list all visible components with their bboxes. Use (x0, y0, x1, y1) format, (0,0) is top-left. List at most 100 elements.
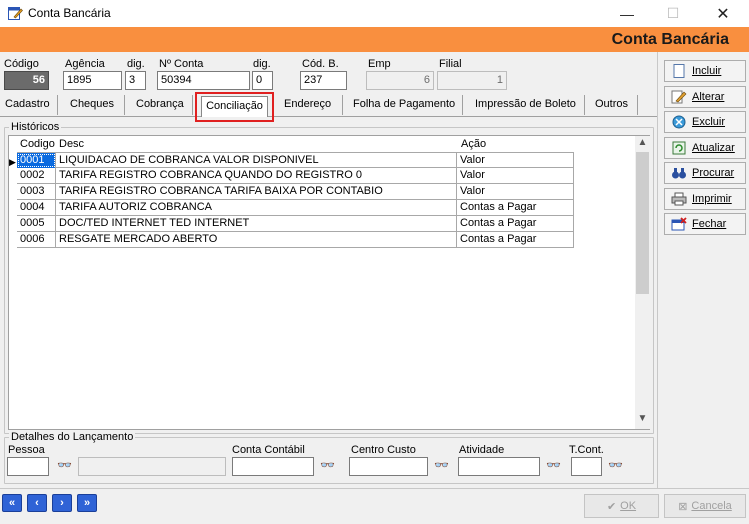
tab-folha-pagamento[interactable]: Folha de Pagamento (353, 95, 455, 116)
historicos-grid[interactable]: Codigo Desc Ação ▶ 0001 LIQUIDACAO DE CO… (8, 135, 650, 430)
incluir-button[interactable]: Incluir (664, 60, 746, 82)
imprimir-button[interactable]: Imprimir (664, 188, 746, 210)
scroll-down-icon[interactable]: ▼ (635, 413, 650, 428)
column-header-acao[interactable]: Ação (461, 138, 486, 150)
conta-field[interactable]: 50394 (157, 71, 250, 90)
ok-label: OK (620, 500, 637, 512)
agencia-field[interactable]: 1895 (63, 71, 122, 90)
tab-endereco[interactable]: Endereço (284, 95, 331, 116)
atualizar-button[interactable]: Atualizar (664, 137, 746, 159)
table-row[interactable]: 0005 DOC/TED INTERNET TED INTERNET Conta… (17, 216, 574, 232)
printer-icon (671, 192, 687, 206)
alterar-button[interactable]: Alterar (664, 86, 746, 108)
cell-desc[interactable]: TARIFA REGISTRO COBRANCA QUANDO DO REGIS… (56, 168, 457, 183)
tab-separator (342, 95, 343, 115)
cell-codigo[interactable]: 0003 (17, 184, 56, 199)
codigo-field[interactable]: 56 (4, 71, 49, 90)
table-row[interactable]: 0002 TARIFA REGISTRO COBRANCA QUANDO DO … (17, 168, 574, 184)
tab-outros[interactable]: Outros (595, 95, 628, 116)
table-row[interactable]: 0001 LIQUIDACAO DE COBRANCA VALOR DISPON… (17, 152, 574, 168)
cell-desc[interactable]: DOC/TED INTERNET TED INTERNET (56, 216, 457, 231)
detalhes-label: Detalhes do Lançamento (9, 431, 136, 443)
table-row[interactable]: 0004 TARIFA AUTORIZ COBRANCA Contas a Pa… (17, 200, 574, 216)
cell-acao[interactable]: Valor (457, 168, 574, 183)
refresh-icon (672, 141, 686, 155)
cell-codigo[interactable]: 0004 (17, 200, 56, 215)
active-tab-highlight (195, 92, 274, 122)
cell-acao[interactable]: Contas a Pagar (457, 232, 574, 247)
emp-field: 6 (366, 71, 434, 90)
conta-dig-field[interactable]: 0 (252, 71, 273, 90)
first-icon[interactable]: « (2, 494, 22, 512)
tcont-label: T.Cont. (569, 444, 604, 456)
cell-desc[interactable]: RESGATE MERCADO ABERTO (56, 232, 457, 247)
cell-codigo[interactable]: 0002 (17, 168, 56, 183)
pessoa-label: Pessoa (8, 444, 45, 456)
agencia-dig-field[interactable]: 3 (125, 71, 146, 90)
find-binoculars-icon[interactable]: 👓 (546, 458, 561, 472)
find-binoculars-icon[interactable]: 👓 (320, 458, 335, 472)
procurar-button[interactable]: Procurar (664, 162, 746, 184)
cell-desc[interactable]: LIQUIDACAO DE COBRANCA VALOR DISPONIVEL (56, 153, 457, 168)
column-header-desc[interactable]: Desc (59, 138, 84, 150)
cell-acao[interactable]: Contas a Pagar (457, 216, 574, 231)
find-binoculars-icon[interactable]: 👓 (434, 458, 449, 472)
scroll-thumb[interactable] (636, 152, 649, 294)
cancela-label: Cancela (691, 500, 732, 512)
tab-separator (192, 95, 193, 115)
check-icon: ✔ (606, 500, 617, 513)
tab-separator (124, 95, 125, 115)
historicos-label: Históricos (9, 121, 62, 133)
cell-acao[interactable]: Valor (457, 153, 574, 168)
maximize-button[interactable]: ☐ (650, 0, 696, 27)
cell-codigo[interactable]: 0006 (17, 232, 56, 247)
codb-field[interactable]: 237 (300, 71, 347, 90)
tab-impressao-boleto[interactable]: Impressão de Boleto (475, 95, 576, 116)
delete-icon (672, 115, 686, 129)
fechar-button[interactable]: Fechar (664, 213, 746, 235)
last-icon[interactable]: » (77, 494, 97, 512)
centro-custo-label: Centro Custo (351, 444, 416, 456)
agencia-dig-label: dig. (127, 58, 145, 70)
cell-codigo[interactable]: 0005 (17, 216, 56, 231)
agencia-label: Agência (65, 58, 105, 70)
close-button[interactable]: ✕ (700, 0, 746, 27)
next-icon[interactable]: › (52, 494, 72, 512)
cell-desc[interactable]: TARIFA AUTORIZ COBRANCA (56, 200, 457, 215)
minimize-button[interactable]: — (604, 0, 650, 27)
tab-cadastro[interactable]: Cadastro (5, 95, 50, 116)
find-binoculars-icon[interactable]: 👓 (608, 458, 623, 472)
table-row[interactable]: 0006 RESGATE MERCADO ABERTO Contas a Pag… (17, 232, 574, 248)
procurar-label: Procurar (692, 167, 735, 179)
grid-scrollbar[interactable]: ▲ ▼ (635, 136, 650, 429)
scroll-up-icon[interactable]: ▲ (635, 137, 650, 152)
tab-cobranca[interactable]: Cobrança (136, 95, 184, 116)
page-title: Conta Bancária (611, 31, 729, 48)
atividade-field[interactable] (458, 457, 540, 476)
conta-contabil-field[interactable] (232, 457, 314, 476)
centro-custo-field[interactable] (349, 457, 428, 476)
app-icon (8, 7, 23, 20)
column-header-codigo[interactable]: Codigo (20, 138, 55, 150)
tab-separator (462, 95, 463, 115)
find-binoculars-icon[interactable]: 👓 (57, 458, 72, 472)
cell-acao[interactable]: Contas a Pagar (457, 200, 574, 215)
conta-dig-label: dig. (253, 58, 271, 70)
excluir-button[interactable]: Excluir (664, 111, 746, 133)
cell-desc[interactable]: TARIFA REGISTRO COBRANCA TARIFA BAIXA PO… (56, 184, 457, 199)
prev-icon[interactable]: ‹ (27, 494, 47, 512)
tab-separator (637, 95, 638, 115)
table-row[interactable]: 0003 TARIFA REGISTRO COBRANCA TARIFA BAI… (17, 184, 574, 200)
conta-contabil-label: Conta Contábil (232, 444, 305, 456)
ok-button[interactable]: ✔ OK (584, 494, 659, 518)
cell-codigo[interactable]: 0001 (17, 153, 56, 168)
cell-acao[interactable]: Valor (457, 184, 574, 199)
tab-cheques[interactable]: Cheques (70, 95, 114, 116)
bottom-divider (0, 488, 749, 489)
alterar-label: Alterar (692, 91, 725, 103)
pessoa-field[interactable] (7, 457, 49, 476)
cancela-button[interactable]: ⊠ Cancela (664, 494, 746, 518)
tcont-field[interactable] (571, 457, 602, 476)
tab-separator (584, 95, 585, 115)
codigo-label: Código (4, 58, 39, 70)
